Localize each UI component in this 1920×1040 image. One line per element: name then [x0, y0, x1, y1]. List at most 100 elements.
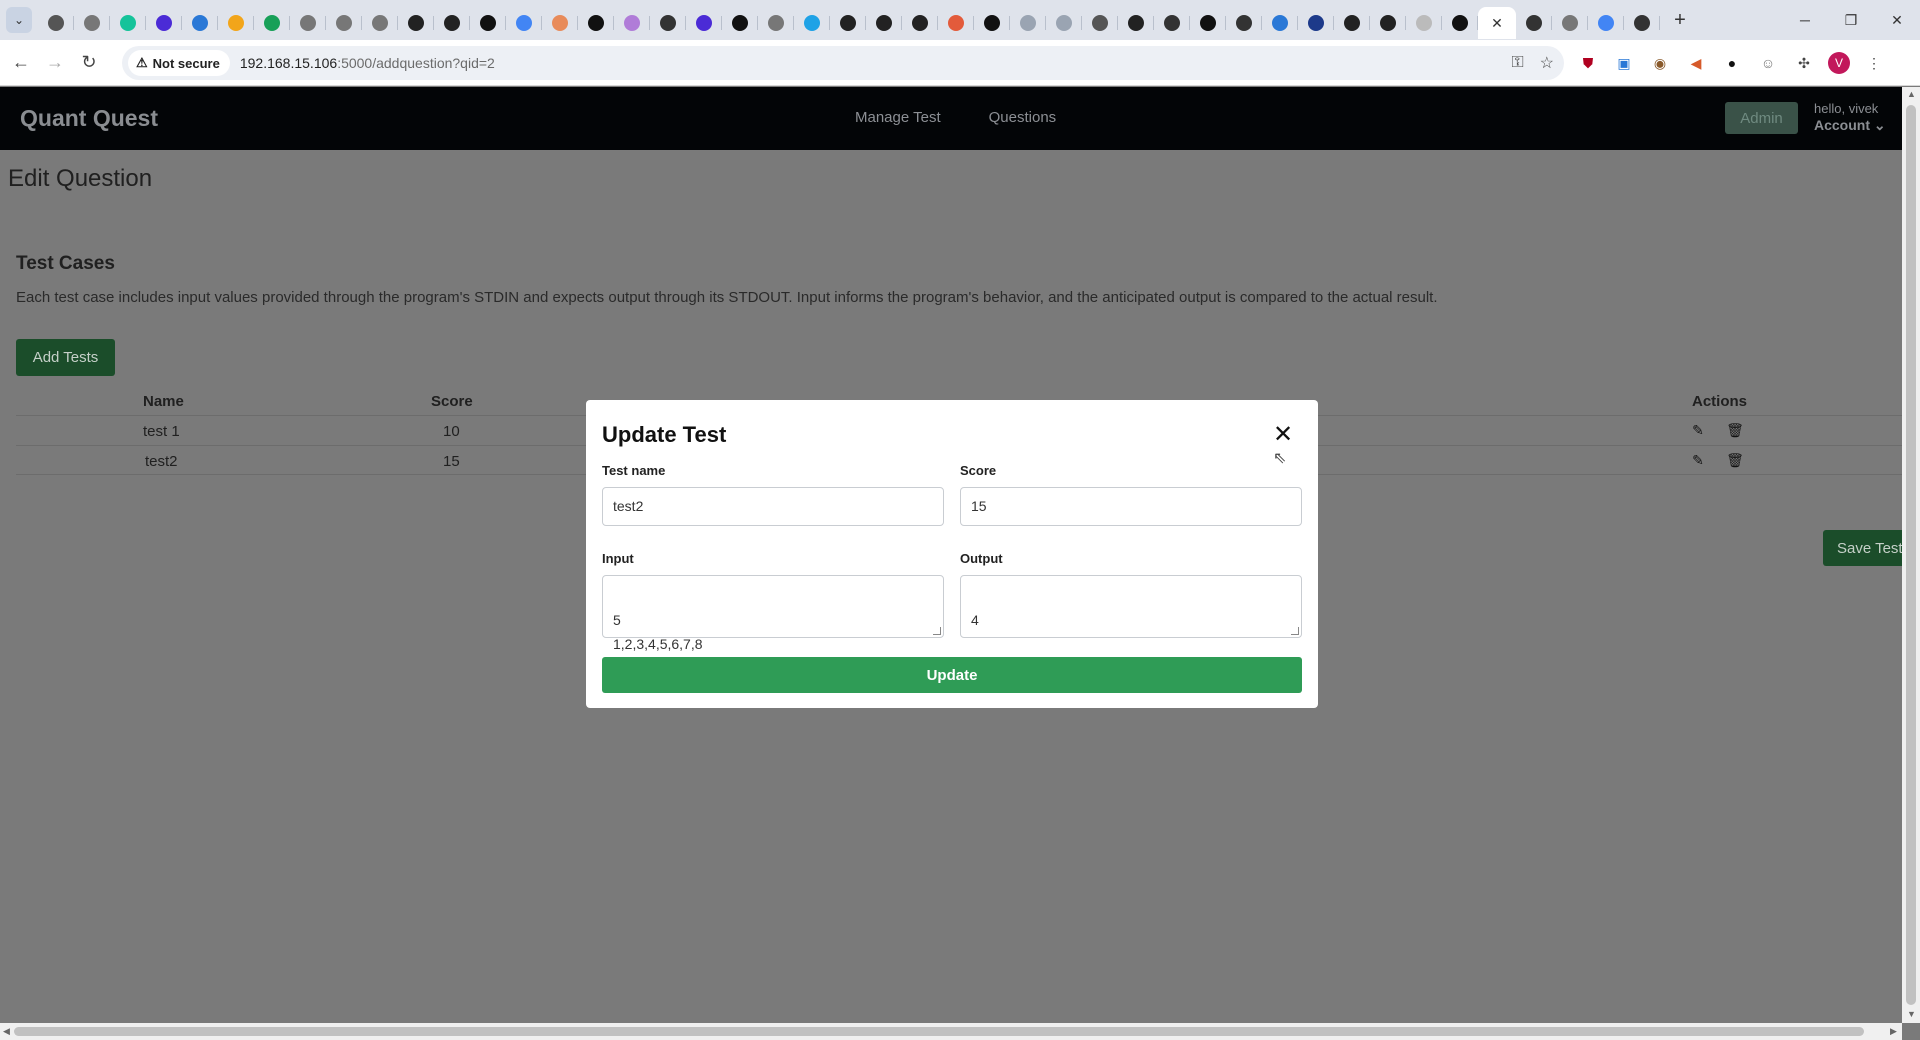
browser-tab[interactable] — [218, 7, 254, 39]
scroll-right-icon[interactable]: ▶ — [1890, 1026, 1897, 1037]
account-dropdown[interactable]: Account ⌄ — [1814, 117, 1886, 134]
input-textarea[interactable]: 5 1,2,3,4,5,6,7,8 — [602, 575, 944, 652]
browser-tab[interactable] — [1262, 7, 1298, 39]
browser-tab[interactable] — [254, 7, 290, 39]
browser-tab[interactable] — [506, 7, 542, 39]
github-icon — [408, 15, 424, 31]
browser-tab[interactable] — [362, 7, 398, 39]
browser-tab[interactable] — [938, 7, 974, 39]
test-name-input[interactable]: test2 — [602, 487, 944, 526]
close-window-icon[interactable]: ✕ — [1874, 0, 1920, 40]
a-icon — [480, 15, 496, 31]
browser-tab[interactable] — [398, 7, 434, 39]
vertical-scroll-thumb[interactable] — [1906, 105, 1916, 1005]
horizontal-scroll-thumb[interactable] — [14, 1027, 1864, 1036]
browser-tab[interactable] — [1516, 7, 1552, 39]
close-tab-icon[interactable]: ✕ — [1491, 15, 1503, 32]
password-key-icon[interactable]: ⚿ — [1511, 54, 1523, 72]
browser-tab[interactable] — [110, 7, 146, 39]
url-text[interactable]: 192.168.15.106:5000/addquestion?qid=2 — [240, 55, 495, 71]
browser-tab[interactable] — [1370, 7, 1406, 39]
browser-tab[interactable] — [1406, 7, 1442, 39]
restore-icon[interactable]: ❐ — [1828, 0, 1874, 40]
reload-icon[interactable]: ↻ — [72, 46, 106, 80]
browser-tab[interactable] — [866, 7, 902, 39]
checkmark-ext-icon[interactable]: ● — [1720, 51, 1744, 75]
browser-tab[interactable] — [1118, 7, 1154, 39]
browser-tab[interactable] — [290, 7, 326, 39]
browser-tab[interactable] — [38, 7, 74, 39]
browser-tab[interactable] — [470, 7, 506, 39]
browser-tab[interactable] — [650, 7, 686, 39]
output-textarea[interactable]: 4 — [960, 575, 1302, 638]
tab-search-button[interactable]: ⌄ — [6, 7, 32, 33]
new-tab-button[interactable]: + — [1666, 6, 1694, 34]
edit-icon[interactable]: ✎ — [1690, 452, 1706, 468]
resize-handle-icon[interactable] — [1291, 627, 1299, 635]
browser-tab[interactable] — [1624, 7, 1660, 39]
update-button[interactable]: Update — [602, 657, 1302, 693]
smiley-ext-icon[interactable]: ☺ — [1756, 51, 1780, 75]
browser-menu-icon[interactable]: ⋮ — [1862, 51, 1886, 75]
browser-tab[interactable] — [1082, 7, 1118, 39]
admin-button[interactable]: Admin — [1725, 102, 1798, 134]
browser-tab[interactable] — [686, 7, 722, 39]
browser-tab[interactable] — [794, 7, 830, 39]
scroll-up-icon[interactable]: ▲ — [1907, 89, 1916, 99]
pin-icon — [552, 15, 568, 31]
browser-tab[interactable] — [1442, 7, 1478, 39]
browser-tab[interactable] — [902, 7, 938, 39]
screen-cast-icon[interactable]: ▣ — [1612, 51, 1636, 75]
vertical-scrollbar[interactable]: ▲ ▼ — [1902, 87, 1920, 1023]
horizontal-scrollbar[interactable]: ◀ ▶ — [0, 1023, 1902, 1040]
address-bar[interactable]: ⚠ Not secure 192.168.15.106:5000/addques… — [122, 46, 1564, 80]
browser-tab[interactable] — [1190, 7, 1226, 39]
browser-tab[interactable] — [758, 7, 794, 39]
extensions-puzzle-icon[interactable]: ✣ — [1792, 51, 1816, 75]
add-tests-button[interactable]: Add Tests — [16, 339, 115, 376]
forward-icon[interactable]: → — [38, 46, 72, 80]
megaphone-icon[interactable]: ◀ — [1684, 51, 1708, 75]
bookmark-star-icon[interactable]: ☆ — [1540, 53, 1554, 73]
profile-avatar[interactable]: V — [1828, 52, 1850, 74]
browser-tab[interactable] — [326, 7, 362, 39]
edit-icon[interactable]: ✎ — [1690, 422, 1706, 438]
resize-handle-icon[interactable] — [933, 627, 941, 635]
browser-tab[interactable] — [1226, 7, 1262, 39]
browser-tab[interactable] — [74, 7, 110, 39]
save-tests-button[interactable]: Save Tests — [1823, 530, 1902, 566]
security-chip[interactable]: ⚠ Not secure — [128, 50, 230, 76]
browser-tab[interactable] — [1010, 7, 1046, 39]
browser-tab[interactable] — [1298, 7, 1334, 39]
browser-tab[interactable] — [1046, 7, 1082, 39]
active-tab[interactable]: ✕ — [1478, 7, 1516, 39]
scroll-down-icon[interactable]: ▼ — [1907, 1009, 1916, 1019]
browser-tab[interactable] — [542, 7, 578, 39]
browser-tab[interactable] — [614, 7, 650, 39]
browser-tab[interactable] — [1552, 7, 1588, 39]
browser-tab[interactable] — [1154, 7, 1190, 39]
minimize-icon[interactable]: ─ — [1782, 0, 1828, 40]
back-icon[interactable]: ← — [4, 46, 38, 80]
browser-tab[interactable] — [830, 7, 866, 39]
browser-tab[interactable] — [182, 7, 218, 39]
browser-tab[interactable] — [146, 7, 182, 39]
nav-questions[interactable]: Questions — [989, 109, 1057, 126]
trash-icon[interactable]: 🗑 — [1726, 422, 1744, 438]
trash-icon[interactable]: 🗑 — [1726, 452, 1744, 468]
browser-tab[interactable] — [722, 7, 758, 39]
browser-tab[interactable] — [434, 7, 470, 39]
browser-tab[interactable] — [1334, 7, 1370, 39]
brand-logo[interactable]: Quant Quest — [20, 105, 158, 132]
section-title: Test Cases — [16, 253, 115, 274]
browser-tab[interactable] — [578, 7, 614, 39]
close-icon[interactable]: ✕ — [1272, 423, 1294, 447]
cookie-icon[interactable]: ◉ — [1648, 51, 1672, 75]
ublock-icon[interactable]: ⛊ — [1576, 51, 1600, 75]
user-menu[interactable]: hello, vivek Account ⌄ — [1814, 100, 1886, 134]
nav-manage-test[interactable]: Manage Test — [855, 109, 941, 126]
score-input[interactable]: 15 — [960, 487, 1302, 526]
browser-tab[interactable] — [1588, 7, 1624, 39]
scroll-left-icon[interactable]: ◀ — [3, 1026, 10, 1037]
browser-tab[interactable] — [974, 7, 1010, 39]
